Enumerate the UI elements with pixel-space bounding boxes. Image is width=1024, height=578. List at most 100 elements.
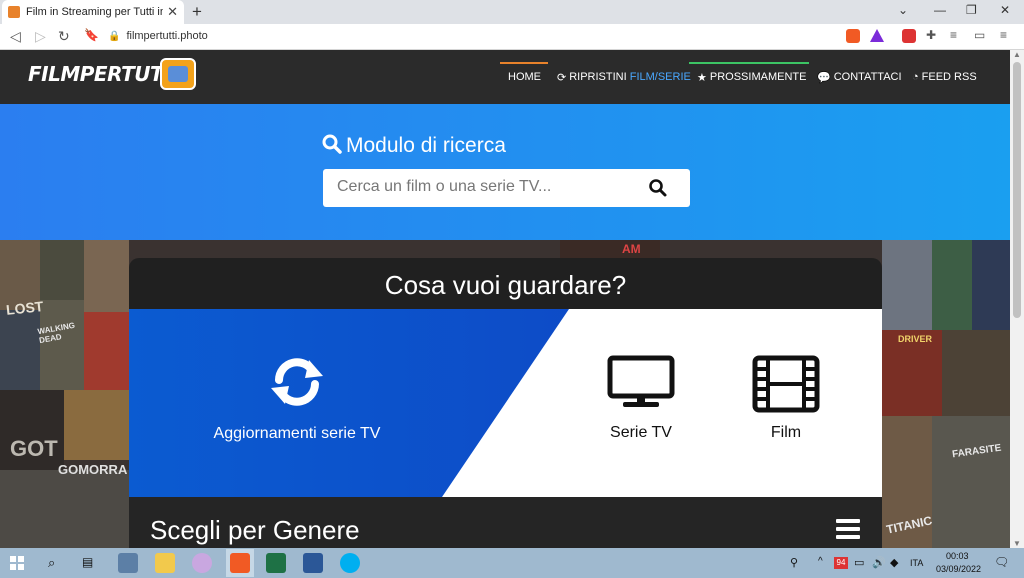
restore-button[interactable]: ❐ xyxy=(966,3,977,17)
close-tab-icon[interactable]: ✕ xyxy=(167,4,178,20)
serie-tv-label: Serie TV xyxy=(610,424,672,441)
poster-image xyxy=(84,240,129,312)
poster-image xyxy=(40,240,84,300)
file-explorer-icon[interactable] xyxy=(155,553,175,573)
chat-icon: 💬 xyxy=(817,71,831,84)
nav-feed[interactable]: ◔ FEED RSS xyxy=(912,62,977,92)
menu-icon[interactable]: ≡ xyxy=(1000,28,1007,42)
paint-app-icon[interactable] xyxy=(192,553,212,573)
nav-home[interactable]: HOME xyxy=(508,62,541,92)
aggiornamenti-option[interactable]: Aggiornamenti serie TV xyxy=(169,309,425,497)
excel-app-icon[interactable] xyxy=(266,553,286,573)
nav-film-serie-label: FILM/SERIE xyxy=(629,71,691,83)
brave-rewards-icon[interactable] xyxy=(870,29,884,42)
people-icon[interactable]: ⚲ xyxy=(790,556,798,569)
content-panel: Cosa vuoi guardare? Aggiornamenti serie … xyxy=(129,258,882,548)
language-indicator[interactable]: ITA xyxy=(910,558,923,568)
poster-image xyxy=(972,240,1010,330)
windows-start-icon[interactable] xyxy=(10,556,24,570)
tab-title: Film in Streaming per Tutti in Alta xyxy=(26,6,164,18)
search-icon[interactable] xyxy=(648,178,668,198)
close-window-button[interactable]: ✕ xyxy=(1000,3,1010,17)
skype-app-icon[interactable] xyxy=(340,553,360,573)
genre-section: Scegli per Genere xyxy=(129,497,882,548)
new-tab-button[interactable]: + xyxy=(192,2,202,22)
scroll-up-icon[interactable]: ▲ xyxy=(1013,50,1021,59)
poster-image xyxy=(882,240,932,330)
panel-title: Cosa vuoi guardare? xyxy=(384,270,627,300)
logo-tv-icon xyxy=(160,58,196,90)
url-text: filmpertutti.photo xyxy=(126,30,208,42)
choice-area: Aggiornamenti serie TV Serie TV Film xyxy=(129,309,882,497)
poster-title-driver: DRIVER xyxy=(898,334,933,344)
nav-prossimamente-label: PROSSIMAMENTE xyxy=(709,71,807,83)
dropbox-icon[interactable]: ◆ xyxy=(890,556,898,569)
poster-image xyxy=(932,240,972,330)
serie-tv-option[interactable]: Serie TV xyxy=(591,309,691,497)
poster-title-gomorra: GOMORRA xyxy=(58,462,128,477)
scroll-down-icon[interactable]: ▼ xyxy=(1013,539,1021,548)
search-box xyxy=(323,169,690,207)
search-title-icon xyxy=(322,134,342,154)
poster-image xyxy=(0,310,40,390)
extension-red-icon[interactable] xyxy=(902,29,916,43)
extensions-icon[interactable]: ✚ xyxy=(926,28,936,42)
forward-button[interactable]: ▷ xyxy=(35,28,46,45)
search-title: Modulo di ricerca xyxy=(322,134,506,158)
brave-shields-icon[interactable] xyxy=(846,29,860,43)
task-view-icon[interactable]: ▤ xyxy=(82,555,93,569)
volume-icon[interactable]: 🔊 xyxy=(872,556,886,569)
minimize-button[interactable]: — xyxy=(934,3,946,17)
clock-date[interactable]: 03/09/2022 xyxy=(936,564,981,574)
film-label: Film xyxy=(770,424,802,441)
reading-list-icon[interactable]: ≡ xyxy=(950,28,957,42)
browser-tab[interactable]: Film in Streaming per Tutti in Alta ✕ xyxy=(2,0,184,24)
back-button[interactable]: ◁ xyxy=(10,28,21,45)
poster-image xyxy=(560,240,660,258)
url-field[interactable]: 🔒 filmpertutti.photo xyxy=(108,30,208,42)
tab-search-chevron-icon[interactable]: ⌄ xyxy=(898,3,908,17)
site-header: FILMPERTUTTI HOME ⟳ RIPRISTINI FILM/SERI… xyxy=(0,50,1010,104)
nav-ripristini-label: RIPRISTINI xyxy=(569,71,627,83)
scrollbar-thumb[interactable] xyxy=(1013,62,1021,318)
search-title-text: Modulo di ricerca xyxy=(346,134,506,157)
genre-title: Scegli per Genere xyxy=(150,515,360,545)
poster-title-got: GOT xyxy=(10,436,58,461)
poster-image xyxy=(942,330,1010,416)
clock-time[interactable]: 00:03 xyxy=(946,551,969,561)
star-icon: ★ xyxy=(697,71,707,84)
nav-prossimamente[interactable]: ★ PROSSIMAMENTE xyxy=(697,62,806,92)
rss-icon: ◔ xyxy=(912,71,919,83)
site-favicon-icon xyxy=(8,6,20,18)
tray-chevron-icon[interactable]: ^ xyxy=(818,556,823,567)
nav-feed-label: FEED RSS xyxy=(921,71,977,83)
poster-image xyxy=(64,390,129,460)
film-icon xyxy=(752,355,820,413)
network-icon[interactable]: ▭ xyxy=(854,556,864,569)
hamburger-menu-icon[interactable] xyxy=(836,519,860,539)
nav-contattaci-label: CONTATTACI xyxy=(833,71,902,83)
lock-icon: 🔒 xyxy=(108,31,121,42)
brave-app-icon[interactable] xyxy=(230,553,250,573)
nav-contattaci[interactable]: 💬 CONTATTACI xyxy=(817,62,902,92)
search-taskbar-icon[interactable]: ⌕ xyxy=(48,555,55,571)
browser-tab-bar: Film in Streaming per Tutti in Alta ✕ + … xyxy=(0,0,1024,24)
film-option[interactable]: Film xyxy=(739,309,833,497)
wallet-icon[interactable]: ▭ xyxy=(974,28,985,42)
search-input[interactable] xyxy=(337,178,637,196)
sync-icon xyxy=(271,358,323,406)
refresh-icon: ⟳ xyxy=(557,71,567,84)
nav-home-label: HOME xyxy=(508,71,541,83)
windows-taskbar: ⌕ ▤ ⚲ ^ 94 ▭ 🔊 ◆ ITA 00:03 03/09/2022 🗨 xyxy=(0,548,1024,578)
poster-image xyxy=(40,300,84,390)
notifications-icon[interactable]: 🗨 xyxy=(994,555,1009,569)
notepad-app-icon[interactable] xyxy=(118,553,138,573)
poster-title-am: AM xyxy=(622,242,641,256)
bookmark-icon[interactable]: 🔖 xyxy=(84,28,99,42)
aggiornamenti-label: Aggiornamenti serie TV xyxy=(213,425,381,442)
reload-button[interactable]: ↻ xyxy=(58,28,70,45)
word-app-icon[interactable] xyxy=(303,553,323,573)
tray-badge[interactable]: 94 xyxy=(834,557,848,569)
tv-icon xyxy=(607,355,675,407)
nav-ripristini[interactable]: ⟳ RIPRISTINI FILM/SERIE xyxy=(557,62,691,92)
